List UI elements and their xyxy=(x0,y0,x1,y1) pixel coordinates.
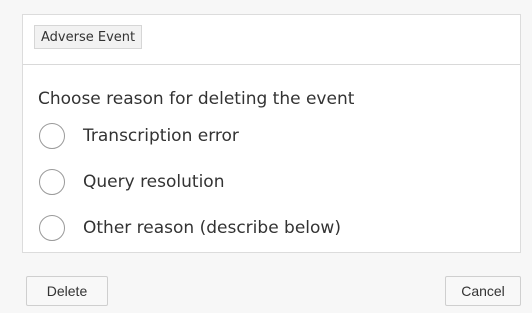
reason-option-label: Transcription error xyxy=(83,126,239,146)
reason-option-label: Other reason (describe below) xyxy=(83,218,341,238)
reason-option-label: Query resolution xyxy=(83,172,225,192)
cancel-button[interactable]: Cancel xyxy=(445,276,521,306)
radio-button[interactable] xyxy=(39,169,65,195)
reason-option-transcription-error[interactable]: Transcription error xyxy=(39,122,239,150)
delete-button[interactable]: Delete xyxy=(26,276,108,306)
panel-divider xyxy=(23,64,520,65)
radio-button[interactable] xyxy=(39,215,65,241)
event-type-tag: Adverse Event xyxy=(34,25,143,49)
radio-button[interactable] xyxy=(39,123,65,149)
reason-panel: Adverse Event Choose reason for deleting… xyxy=(22,14,521,253)
delete-event-dialog: Adverse Event Choose reason for deleting… xyxy=(0,0,532,313)
delete-reason-prompt: Choose reason for deleting the event xyxy=(38,89,355,109)
reason-option-other[interactable]: Other reason (describe below) xyxy=(39,214,341,242)
reason-option-query-resolution[interactable]: Query resolution xyxy=(39,168,224,196)
